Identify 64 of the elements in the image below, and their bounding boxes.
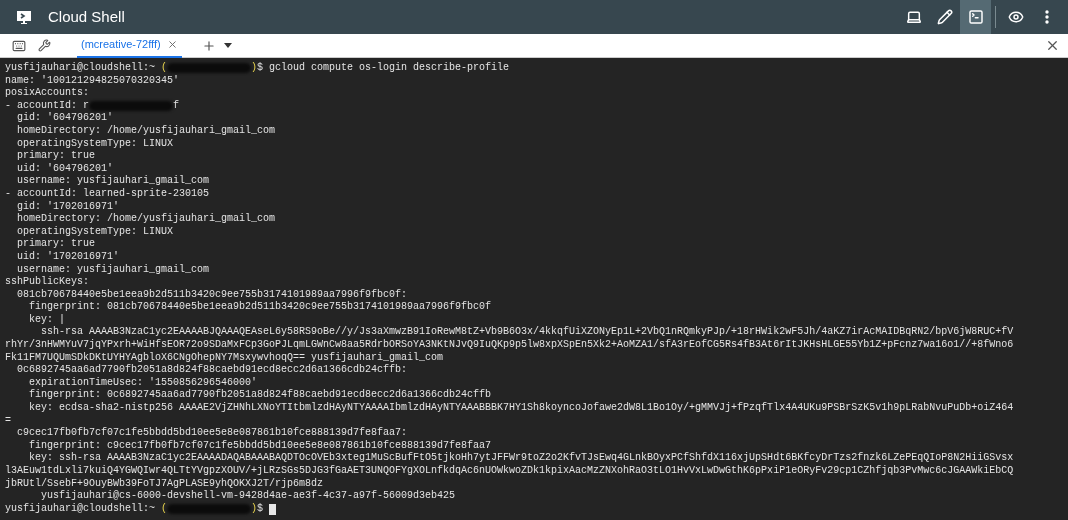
terminal-text: $ gcloud compute os-login describe-profile	[257, 62, 510, 75]
terminal-text: c9cec17fb0fb7cf07c1fe5bbdd5bd10ee5e8e087861b10fce888139d7fe8faa7:	[16, 427, 408, 440]
new-tab-button[interactable]	[201, 38, 216, 53]
terminal-text: posixAccounts:	[5, 87, 89, 100]
monitor-icon	[16, 9, 32, 25]
terminal-text: Fk11FM7UQUmSDkDKtUYHYAgbloX6CNgOhepNY7MsxywvhoqQ== yusfijauhari_gmail_com	[5, 351, 444, 364]
terminal-text: yusfijauhari@cloudshell:~	[5, 62, 157, 75]
terminal-text: )	[251, 502, 258, 516]
terminal-text: homeDirectory: /home/yusfijauhari_gmail_com	[16, 213, 276, 226]
terminal-text: homeDirectory: /home/yusfijauhari_gmail_com	[16, 124, 276, 138]
terminal-text: key: |	[28, 313, 65, 326]
terminal-text: 081cb70678440e5be1eea9b2d511b3420c9ee755b3174101989aa7996f9fbc0f:	[16, 288, 408, 301]
terminal-text: jbRUtl/SsebF+9OuyBWb39FoTJ7AgPLASE9yhQOKXJ2T/rjp6m8dz	[5, 477, 324, 490]
terminal-text: sshPublicKeys:	[5, 276, 89, 289]
terminal-text: key: ssh-rsa AAAAB3NzaC1yc2EAAAADAQABAAABAQDTOcOVEb3xteg1MuScBufFtO5tjkoHh7ytJFFWr9toZ2o2KfvTJsEwq4GLnkBOyxPCfShfdX116xjUpSHdt6BKfcyDrTzs2fnzk6LZePEqQIoP8N2HiiGSvsx	[28, 452, 1014, 465]
terminal-text: username: yusfijauhari_gmail_com	[16, 175, 210, 188]
caret-icon	[223, 43, 232, 48]
terminal-text: gid: '1702016971'	[16, 200, 120, 213]
terminal-icon	[967, 9, 984, 25]
terminal-text: name: '100121294825070320345'	[5, 74, 180, 87]
keyboard-icon	[12, 38, 26, 53]
terminal-text: operatingSystemType: LINUX	[16, 137, 174, 150]
terminal-text: (	[161, 502, 168, 516]
window-title: Cloud Shell	[48, 6, 125, 27]
terminal-text: primary: true	[16, 150, 95, 163]
laptop-icon	[905, 9, 922, 25]
terminal-text: rhYr/3nHWMYuV7jqYPxrh+WiHfsEOR72o9SDaMxFCp3GoPJLqmLGWnCw8aa5RdrbORSoYA3NKtNJvQ9IuQKp9p5lw8xpXSpEn5Xk2+AoMZA1/sfA3rEofCG5Rs4fB3At6rItJKHsHLGE55Yb1Z+pFcnz7wa16o1//+8fWno6	[5, 339, 1014, 352]
terminal-text: expirationTimeUsec: '1550856296546000'	[28, 376, 258, 389]
plus-icon	[201, 38, 216, 53]
terminal-text: username: yusfijauhari_gmail_com	[16, 263, 210, 276]
terminal-text: fingerprint: c9cec17fb0fb7cf07c1fe5bbdd5bd10ee5e8e087861b10fce888139d7fe8faa7	[28, 439, 492, 452]
terminal-text: f	[173, 99, 180, 113]
tab-menu-button[interactable]	[223, 43, 232, 48]
settings-button[interactable]	[38, 39, 51, 52]
terminal-text: key: ecdsa-sha2-nistp256 AAAAE2VjZHNhLXNoYTItbmlzdHAyNTYAAAAIbmlzdHAyNTYAAABBBK7HY1Sh8koyncoJofawe2dW8L1Bo1Oy/+gMMVJj+fPzqfTlx4A4UKu9PSBrSzK5v1h9pLRabNvuPuDb+oiZ464	[28, 402, 1014, 415]
terminal-text: yusfijauhari@cloudshell:~	[5, 502, 157, 516]
terminal-text: operatingSystemType: LINUX	[16, 225, 174, 238]
terminal-text: (	[161, 62, 168, 75]
terminal-text: fingerprint: 0c6892745aa6ad7790fb2051a8d824f88caebd91ecd8ecc2d6a1366cdb24cffb	[28, 389, 492, 402]
terminal-text: yusfijauhari@cs-6000-devshell-vm-9428d4ae-ae3f-4c37-a97f-56009d3eb425	[40, 490, 456, 503]
more-icon	[1044, 10, 1049, 24]
text-cursor	[269, 503, 277, 515]
keyboard-button[interactable]	[12, 38, 26, 53]
eye-icon	[1007, 9, 1024, 25]
terminal-text: uid: '1702016971'	[16, 250, 120, 264]
terminal-text: uid: '604796201'	[16, 162, 114, 175]
close-button[interactable]	[1045, 38, 1060, 53]
wrench-icon	[38, 39, 51, 52]
terminal-text: gid: '604796201'	[16, 112, 114, 125]
close-icon	[1045, 38, 1060, 53]
terminal-text: )	[251, 62, 258, 75]
terminal-text: - accountId: r	[5, 99, 89, 112]
terminal-text: l3AEuw1tdLxli7kuiQ4YGWQIwr4QLTtYVgpzXOUV/+jLRzSGs5DJG3fGaAET3UNQOFYgXOLnfkdqAc6nUOWkwoZDk1kpixAacMzZNXohRaO3tLO1HvVxLwDwGthK6pPxiP1eORyFv29cp1CZhfjqb3PvMwc6cJGAAWkiEbCQ	[5, 465, 1014, 478]
terminal-text: - accountId: learned-sprite-230105	[5, 187, 210, 201]
terminal-text: ssh-rsa AAAAB3NzaC1yc2EAAAABJQAAAQEAseL6y58RS9oBe//y/Js3aXmwzB91IoRewM8tZ+Vb9B6O3x/4kkqfUiXZONyEp1L+2VbQ1nRQmkyPJp/+18rHWik2wF5Jh/4aKZ7irAcMAIDBqRN2/bpV6jW8RUC+fV	[40, 326, 1014, 339]
terminal-text: fingerprint: 081cb70678440e5be1eea9b2d511b3420c9ee755b3174101989aa7996f9fbc0f	[28, 301, 492, 314]
close-tab-icon[interactable]	[166, 39, 178, 50]
terminal-text: 0c6892745aa6ad7790fb2051a8d824f88caebd91ecd8ecc2d6a1366cdb24cffb:	[16, 364, 408, 377]
terminal-text: $	[257, 502, 265, 516]
terminal-text: =	[5, 414, 11, 428]
toolbar-button[interactable]	[960, 0, 991, 34]
pencil-icon	[936, 9, 953, 25]
terminal-tab[interactable]: (mcreative-72fff)	[77, 33, 182, 58]
terminal-text: primary: true	[16, 238, 95, 251]
